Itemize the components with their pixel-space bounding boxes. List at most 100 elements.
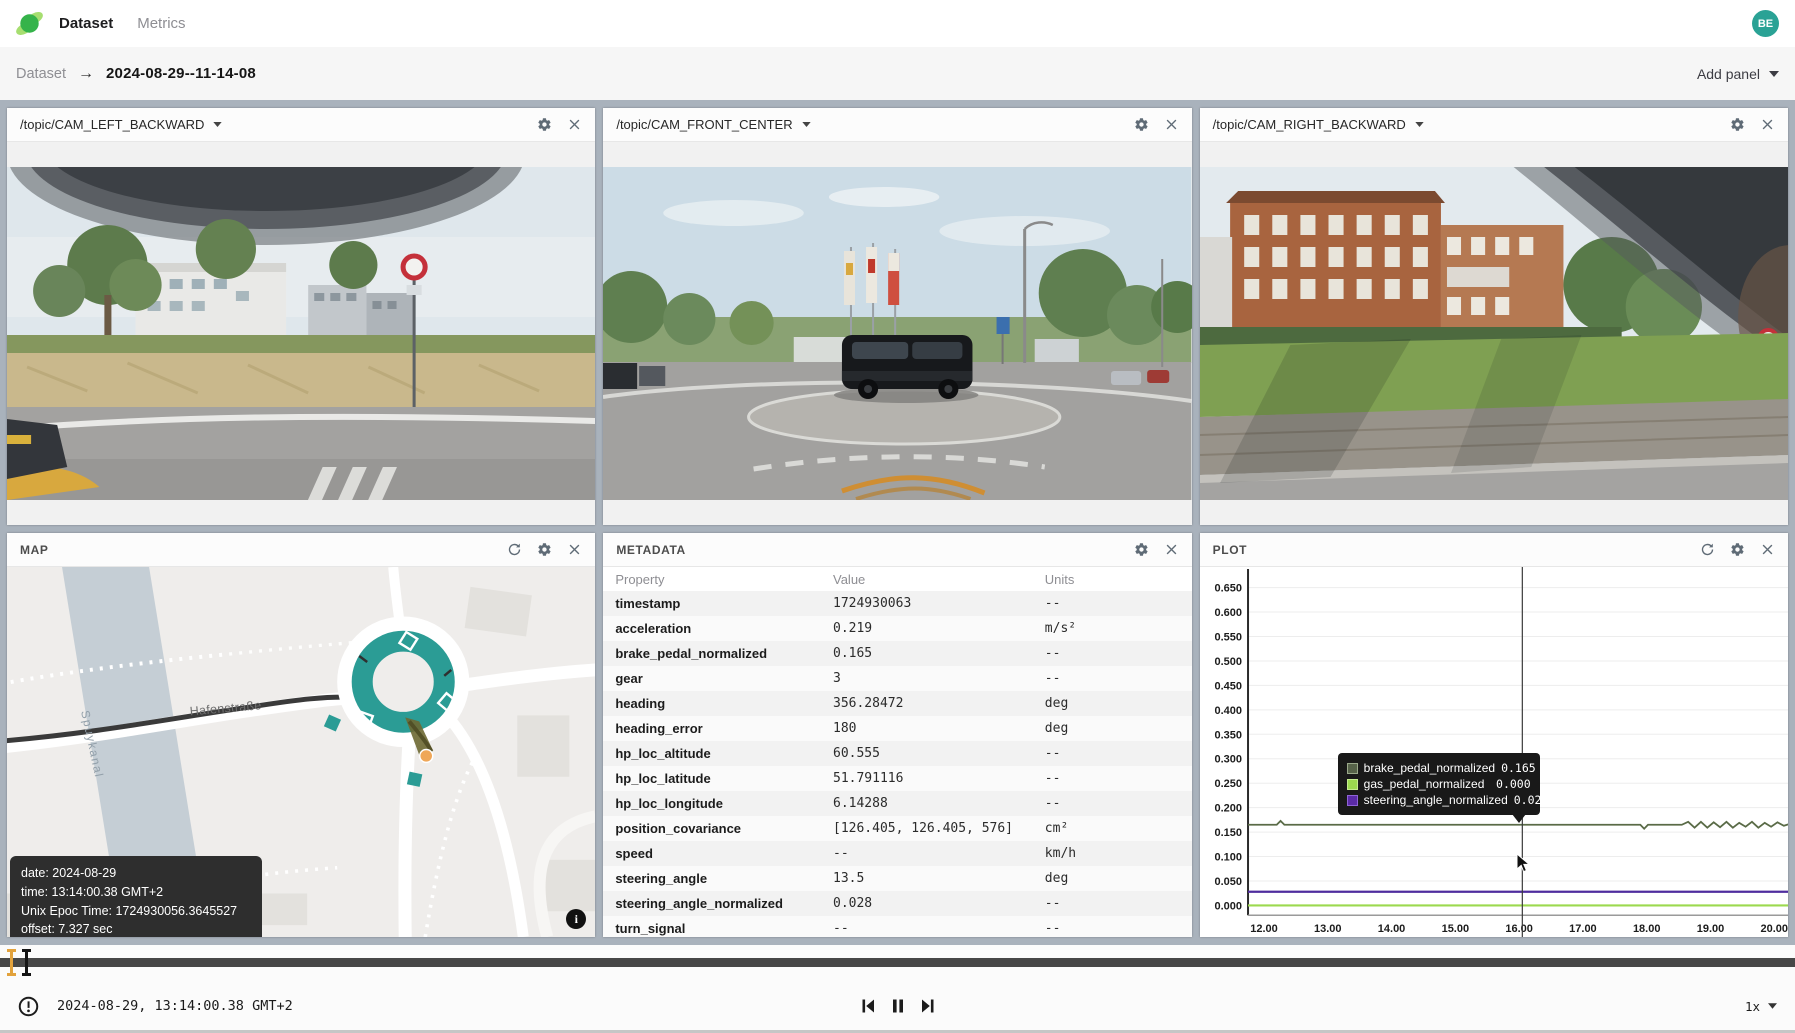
series-name: brake_pedal_normalized	[1364, 761, 1495, 775]
gear-icon[interactable]	[1730, 542, 1745, 557]
close-icon[interactable]	[1760, 542, 1775, 557]
camera-photo	[1200, 167, 1788, 500]
table-row: acceleration0.219m/s²	[603, 616, 1191, 641]
series-name: gas_pedal_normalized	[1364, 777, 1490, 791]
series-swatch-icon	[1347, 779, 1358, 790]
panel-title: PLOT	[1213, 543, 1247, 557]
table-row: timestamp1724930063--	[603, 591, 1191, 616]
svg-text:14.00: 14.00	[1377, 923, 1405, 935]
topic-selector[interactable]: /topic/CAM_LEFT_BACKWARD	[20, 117, 222, 132]
playback-speed-value: 1x	[1745, 999, 1760, 1014]
gear-icon[interactable]	[1730, 117, 1745, 132]
gear-icon[interactable]	[537, 542, 552, 557]
skip-to-start-button[interactable]	[859, 997, 877, 1015]
series-swatch-icon	[1347, 763, 1358, 774]
table-row: position_covariance[126.405, 126.405, 57…	[603, 816, 1191, 841]
breadcrumb-root[interactable]: Dataset	[16, 66, 66, 82]
tooltip-date: date: 2024-08-29	[21, 864, 251, 883]
chevron-down-icon	[1768, 1003, 1777, 1009]
col-units: Units	[1033, 567, 1192, 591]
close-icon[interactable]	[1760, 117, 1775, 132]
playback-controls-row: 2024-08-29, 13:14:00.38 GMT+2 1x	[0, 983, 1795, 1029]
top-nav: Dataset Metrics BE	[0, 0, 1795, 47]
svg-text:0.400: 0.400	[1214, 705, 1242, 717]
panel-header: /topic/CAM_FRONT_CENTER	[603, 108, 1191, 142]
panel-title: METADATA	[616, 543, 685, 557]
svg-text:0.350: 0.350	[1214, 729, 1242, 741]
mouse-cursor-icon	[1516, 853, 1530, 873]
plot-viewport[interactable]: 0.0000.0500.1000.1500.2000.2500.3000.350…	[1200, 567, 1788, 937]
svg-text:0.500: 0.500	[1214, 656, 1242, 668]
chevron-down-icon	[213, 122, 222, 127]
add-panel-button[interactable]: Add panel	[1697, 66, 1779, 82]
chevron-down-icon	[802, 122, 811, 127]
close-icon[interactable]	[567, 117, 582, 132]
series-cursor-value: 0.165	[1501, 761, 1536, 775]
user-avatar[interactable]: BE	[1752, 10, 1779, 37]
timeline-marker-start[interactable]	[10, 949, 13, 976]
plot-cursor-tooltip: brake_pedal_normalized0.165gas_pedal_nor…	[1338, 753, 1540, 815]
svg-text:0.300: 0.300	[1214, 754, 1242, 766]
series-cursor-value: 0.028	[1514, 793, 1549, 807]
topic-label: /topic/CAM_FRONT_CENTER	[616, 117, 792, 132]
svg-text:15.00: 15.00	[1441, 923, 1469, 935]
close-icon[interactable]	[567, 542, 582, 557]
timeline-marker-playhead[interactable]	[25, 949, 28, 976]
skip-to-end-button[interactable]	[919, 997, 937, 1015]
table-row: heading_error180deg	[603, 716, 1191, 741]
metadata-table: Property Value Units timestamp1724930063…	[603, 567, 1191, 937]
nav-tab-dataset[interactable]: Dataset	[59, 15, 113, 32]
warning-icon[interactable]	[18, 996, 39, 1017]
svg-text:0.200: 0.200	[1214, 803, 1242, 815]
svg-text:19.00: 19.00	[1696, 923, 1724, 935]
svg-text:20.00: 20.00	[1760, 923, 1788, 935]
table-row: steering_angle13.5deg	[603, 866, 1191, 891]
panel-header: MAP	[7, 533, 595, 567]
col-property: Property	[603, 567, 821, 591]
pause-button[interactable]	[889, 997, 907, 1015]
close-icon[interactable]	[1164, 117, 1179, 132]
breadcrumb-current: 2024-08-29--11-14-08	[106, 65, 256, 82]
panel-cam-front-center: /topic/CAM_FRONT_CENTER	[603, 108, 1191, 525]
table-row: hp_loc_latitude51.791116--	[603, 766, 1191, 791]
metadata-table-container: Property Value Units timestamp1724930063…	[603, 567, 1191, 937]
gear-icon[interactable]	[537, 117, 552, 132]
camera-photo	[7, 167, 595, 500]
gear-icon[interactable]	[1134, 542, 1149, 557]
nav-tab-metrics[interactable]: Metrics	[137, 15, 185, 32]
panel-grid: /topic/CAM_LEFT_BACKWARD	[0, 100, 1795, 945]
series-name: steering_angle_normalized	[1364, 793, 1508, 807]
refresh-icon[interactable]	[507, 542, 522, 557]
topic-label: /topic/CAM_LEFT_BACKWARD	[20, 117, 204, 132]
chevron-down-icon	[1769, 71, 1779, 77]
camera-image-front-center	[603, 142, 1191, 525]
refresh-icon[interactable]	[1700, 542, 1715, 557]
breadcrumb-bar: Dataset → 2024-08-29--11-14-08 Add panel	[0, 47, 1795, 100]
timeline-bar: 2024-08-29, 13:14:00.38 GMT+2 1x	[0, 945, 1795, 1033]
table-row: hp_loc_longitude6.14288--	[603, 791, 1191, 816]
breadcrumb-arrow-icon: →	[78, 65, 94, 83]
series-swatch-icon	[1347, 795, 1358, 806]
svg-text:16.00: 16.00	[1505, 923, 1533, 935]
topic-selector[interactable]: /topic/CAM_RIGHT_BACKWARD	[1213, 117, 1424, 132]
panel-header: /topic/CAM_RIGHT_BACKWARD	[1200, 108, 1788, 142]
panel-cam-right-backward: /topic/CAM_RIGHT_BACKWARD	[1200, 108, 1788, 525]
plot-canvas: 0.0000.0500.1000.1500.2000.2500.3000.350…	[1200, 567, 1788, 937]
svg-text:12.00: 12.00	[1250, 923, 1278, 935]
series-cursor-value: 0.000	[1496, 777, 1531, 791]
timeline-scrubber[interactable]	[0, 958, 1795, 967]
close-icon[interactable]	[1164, 542, 1179, 557]
svg-text:0.100: 0.100	[1214, 852, 1242, 864]
map-viewport[interactable]: Hafenstraße Spuykanal date: 2024-08-29 t…	[7, 567, 595, 937]
table-row: hp_loc_altitude60.555--	[603, 741, 1191, 766]
topic-selector[interactable]: /topic/CAM_FRONT_CENTER	[616, 117, 810, 132]
tooltip-epoch: Unix Epoc Time: 1724930056.3645527	[21, 902, 251, 921]
panel-metadata: METADATA Property Value Units timestamp1…	[603, 533, 1191, 937]
playback-speed-control[interactable]: 1x	[1745, 999, 1777, 1014]
svg-text:0.650: 0.650	[1214, 583, 1242, 595]
table-row: gear3--	[603, 666, 1191, 691]
svg-text:0.250: 0.250	[1214, 778, 1242, 790]
add-panel-label: Add panel	[1697, 66, 1760, 82]
gear-icon[interactable]	[1134, 117, 1149, 132]
plot-tooltip-row: gas_pedal_normalized 0.000	[1347, 776, 1531, 792]
